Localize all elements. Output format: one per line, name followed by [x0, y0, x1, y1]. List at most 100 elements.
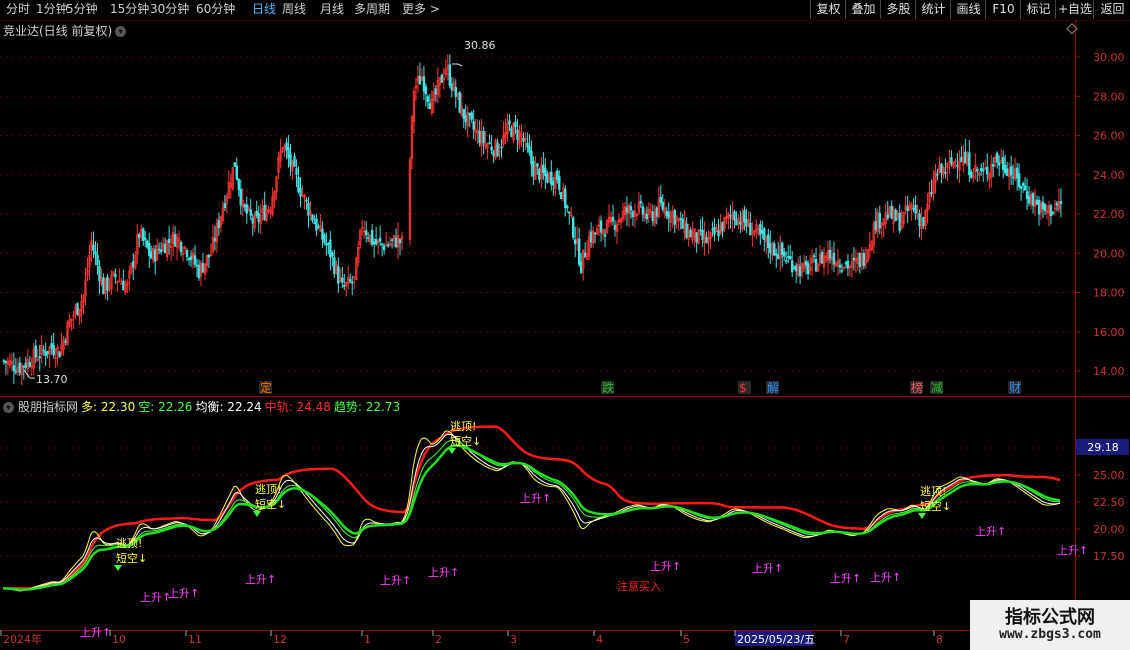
candle-body [788, 256, 792, 260]
candle-body [255, 210, 258, 216]
candle-body [542, 164, 545, 173]
period-tab-7[interactable]: 周线 [282, 1, 306, 18]
stock-chart[interactable]: 30.00 28.00 26.00 24.00 22.00 20.00 18.00 16.00… [0, 20, 1130, 650]
candle-body [761, 230, 764, 234]
candle-body [968, 152, 971, 176]
main-y-label: 18.00 [1093, 287, 1125, 300]
candle-body [641, 206, 645, 215]
candle-body [157, 248, 161, 251]
candle-body [828, 249, 832, 259]
indicator-legend: ▾ 股朋指标网 多: 22.30 空: 22.26 均衡: 22.24 中轨: 24.48… [3, 398, 403, 415]
high-price-label: 30.86 [464, 39, 496, 52]
candle-body [237, 179, 240, 191]
candle-body [122, 280, 125, 291]
indicator-value-2: 均衡: 22.24 [195, 400, 262, 414]
candle-body [470, 112, 473, 120]
candle-body [490, 146, 493, 151]
main-y-label: 28.00 [1093, 90, 1125, 103]
candle-body [749, 223, 752, 236]
candle-body [102, 277, 105, 295]
candle-body [769, 243, 772, 253]
panel-divider [0, 396, 1130, 397]
period-tab-9[interactable]: 多周期 [354, 1, 390, 18]
candle-body [667, 211, 670, 219]
time-label-8: 5 [683, 633, 690, 646]
candle-body [572, 217, 575, 238]
candle-body [159, 249, 163, 253]
candle-body [685, 223, 688, 238]
period-tab-10[interactable]: 更多 > [402, 1, 440, 18]
indicator-value-3: 中轨: 24.48 [264, 400, 331, 414]
candle-body [76, 303, 79, 316]
period-tab-3[interactable]: 15分钟 [110, 1, 149, 18]
candle-body [289, 153, 292, 167]
candle-body [564, 188, 567, 208]
candle-body [315, 218, 318, 231]
period-tab-1[interactable]: 1分钟 [36, 1, 68, 18]
candle-body [96, 254, 99, 266]
period-tab-0[interactable]: 分时 [6, 1, 30, 18]
watermark-url: www.zbgs3.com [999, 627, 1101, 642]
rise-signal-label: 上升↑ [428, 566, 459, 579]
candle-body [1003, 164, 1007, 173]
candle-body [960, 157, 963, 162]
time-label-2: 11 [188, 633, 202, 646]
candle-body [235, 165, 239, 180]
toolbar-action-6[interactable]: 标记 [1020, 0, 1056, 19]
rise-signal-label: 上升↑ [80, 626, 111, 639]
indicator-lines [2, 425, 1061, 592]
candle-body [898, 212, 901, 231]
candle-body [964, 151, 967, 164]
candle-body [52, 345, 55, 356]
toolbar-action-4[interactable]: 画线 [950, 0, 986, 19]
candle-body [337, 266, 340, 284]
candle-body [560, 192, 563, 199]
sell-arrow-icon [448, 448, 456, 454]
high-marker [452, 63, 463, 67]
event-tag-0: 定 [260, 380, 272, 395]
main-y-label: 22.00 [1093, 208, 1125, 221]
toolbar-action-3[interactable]: 统计 [915, 0, 951, 19]
toolbar-action-1[interactable]: 叠加 [845, 0, 881, 19]
toolbar-action-2[interactable]: 多股 [880, 0, 916, 19]
candle-body [651, 211, 655, 222]
candle-body [976, 168, 979, 172]
candle-body [798, 266, 802, 276]
toolbar-action-7[interactable]: +自选 [1055, 0, 1094, 19]
candle-body [426, 96, 430, 103]
period-tab-5[interactable]: 60分钟 [196, 1, 235, 18]
candle-body [1017, 173, 1021, 187]
candle-body [418, 75, 422, 85]
candle-body [239, 188, 242, 206]
rise-signal-label: 上升↑ [650, 560, 681, 573]
event-tag-5: 减 [931, 381, 943, 395]
candle-body [285, 142, 288, 151]
indicator-y-label: 17.50 [1093, 550, 1125, 563]
candle-body [574, 239, 577, 245]
period-tab-8[interactable]: 月线 [320, 1, 344, 18]
candle-body [364, 230, 368, 236]
indicator-value-1: 空: 22.26 [138, 400, 193, 414]
candle-body [914, 204, 917, 214]
candle-body [464, 115, 467, 123]
candle-body [197, 265, 201, 279]
candle-body [781, 242, 784, 256]
main-y-label: 24.00 [1093, 169, 1125, 182]
candle-body [331, 252, 334, 257]
candle-body [936, 173, 939, 176]
dropdown-icon[interactable]: ▾ [115, 26, 127, 37]
toolbar-action-8[interactable]: 返回 [1093, 0, 1130, 19]
toolbar-action-5[interactable]: F10 [985, 0, 1021, 19]
period-tab-6[interactable]: 日线 [252, 1, 276, 18]
toolbar-action-0[interactable]: 复权 [810, 0, 846, 19]
indicator-menu-icon[interactable]: ▾ [3, 402, 14, 413]
time-label-10: 7 [843, 633, 850, 646]
candle-body [840, 270, 844, 272]
period-tab-2[interactable]: 5分钟 [66, 1, 98, 18]
period-tab-4[interactable]: 30分钟 [150, 1, 189, 18]
time-label-3: 12 [273, 633, 287, 646]
candle-body [689, 229, 692, 238]
candle-body [556, 170, 559, 181]
candle-body [305, 199, 308, 202]
candle-body [745, 219, 748, 227]
